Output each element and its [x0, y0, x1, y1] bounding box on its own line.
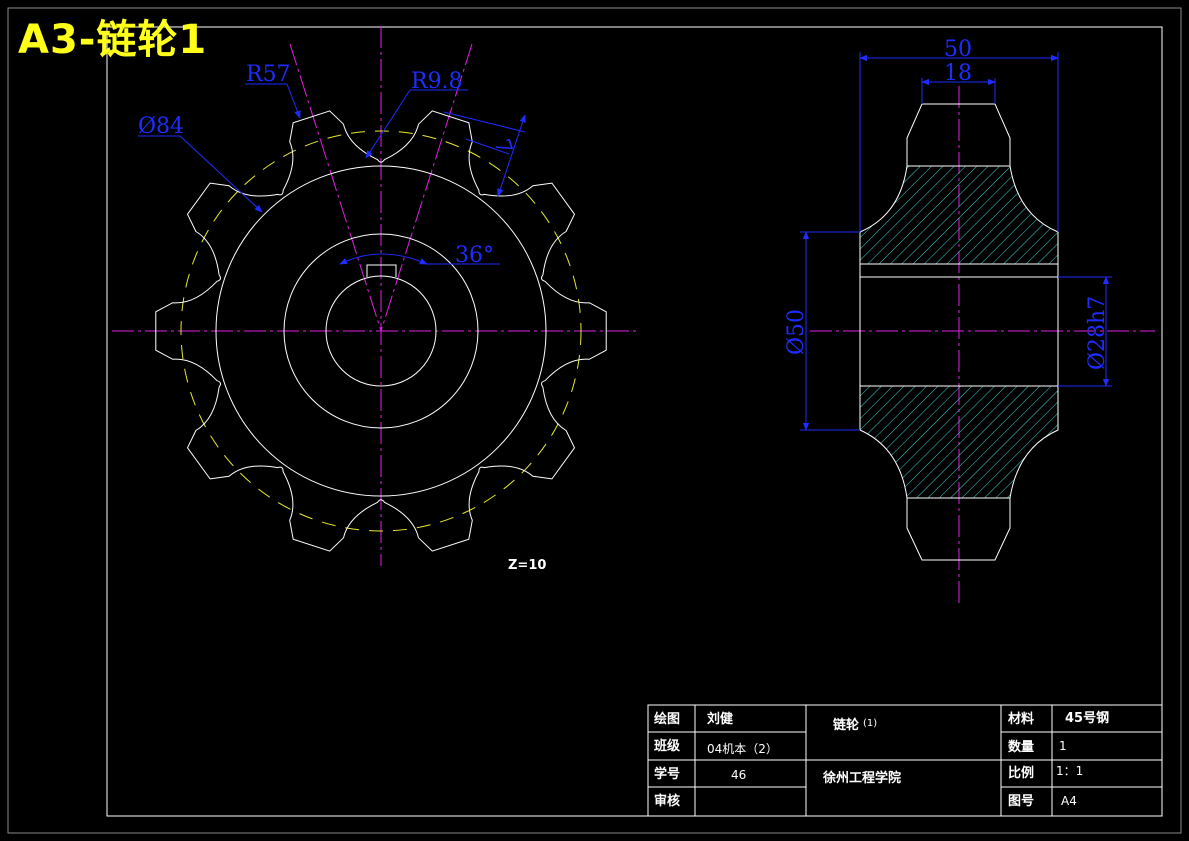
r98-label: R9.8	[411, 69, 463, 94]
quantity-value: 1	[1059, 739, 1067, 753]
fifty-label: 50	[944, 37, 972, 62]
drawn-value: 刘健	[707, 711, 733, 727]
scale-label: 比例	[1008, 765, 1034, 781]
side-view: 50 18 Ø50 Ø28h7	[784, 37, 1155, 606]
lower-hub-section	[859, 385, 1059, 499]
upper-hub-section	[859, 165, 1059, 265]
drawn-label: 绘图	[654, 711, 680, 727]
drawing-no-value: A4	[1061, 794, 1077, 808]
dimension-d28h7: Ø28h7	[1058, 276, 1112, 387]
class-label: 班级	[654, 738, 681, 754]
r57-label: R57	[246, 62, 291, 87]
school-name: 徐州工程学院	[822, 770, 901, 786]
cad-drawing: Ø84 R57 R9.8 7 36° Z=10 50 18 Ø50 Ø28h7 …	[7, 7, 1182, 834]
class-value: 04机本（2）	[707, 742, 778, 756]
eighteen-label: 18	[944, 61, 972, 86]
part-name: 链轮	[832, 717, 859, 733]
angle-label: 36°	[455, 243, 494, 268]
d28h7-label: Ø28h7	[1085, 296, 1110, 370]
front-view: Ø84 R57 R9.8 7 36° Z=10	[112, 26, 636, 573]
student-no-label: 学号	[654, 766, 680, 782]
material-value: 45号钢	[1065, 710, 1109, 726]
dimension-r57: R57	[245, 62, 301, 119]
part-suffix: (1)	[863, 718, 877, 729]
sheet-title: A3-链轮1	[18, 17, 208, 63]
angle-line-left	[289, 43, 382, 332]
teeth-count-label: Z=10	[508, 558, 546, 573]
title-block: 绘图 刘健 链轮 (1) 材料 45号钢 班级 04机本（2） 数量 1 学号 …	[647, 704, 1163, 817]
dimension-angle: 36°	[339, 243, 500, 268]
scale-value: 1：1	[1056, 764, 1083, 778]
dimension-seven: 7	[443, 111, 526, 197]
student-no-value: 46	[731, 768, 746, 782]
quantity-label: 数量	[1008, 739, 1034, 755]
material-label: 材料	[1008, 711, 1034, 727]
d84-label: Ø84	[138, 114, 184, 139]
d50-label: Ø50	[784, 309, 809, 355]
drawing-no-label: 图号	[1008, 794, 1034, 809]
review-label: 审核	[654, 793, 680, 809]
